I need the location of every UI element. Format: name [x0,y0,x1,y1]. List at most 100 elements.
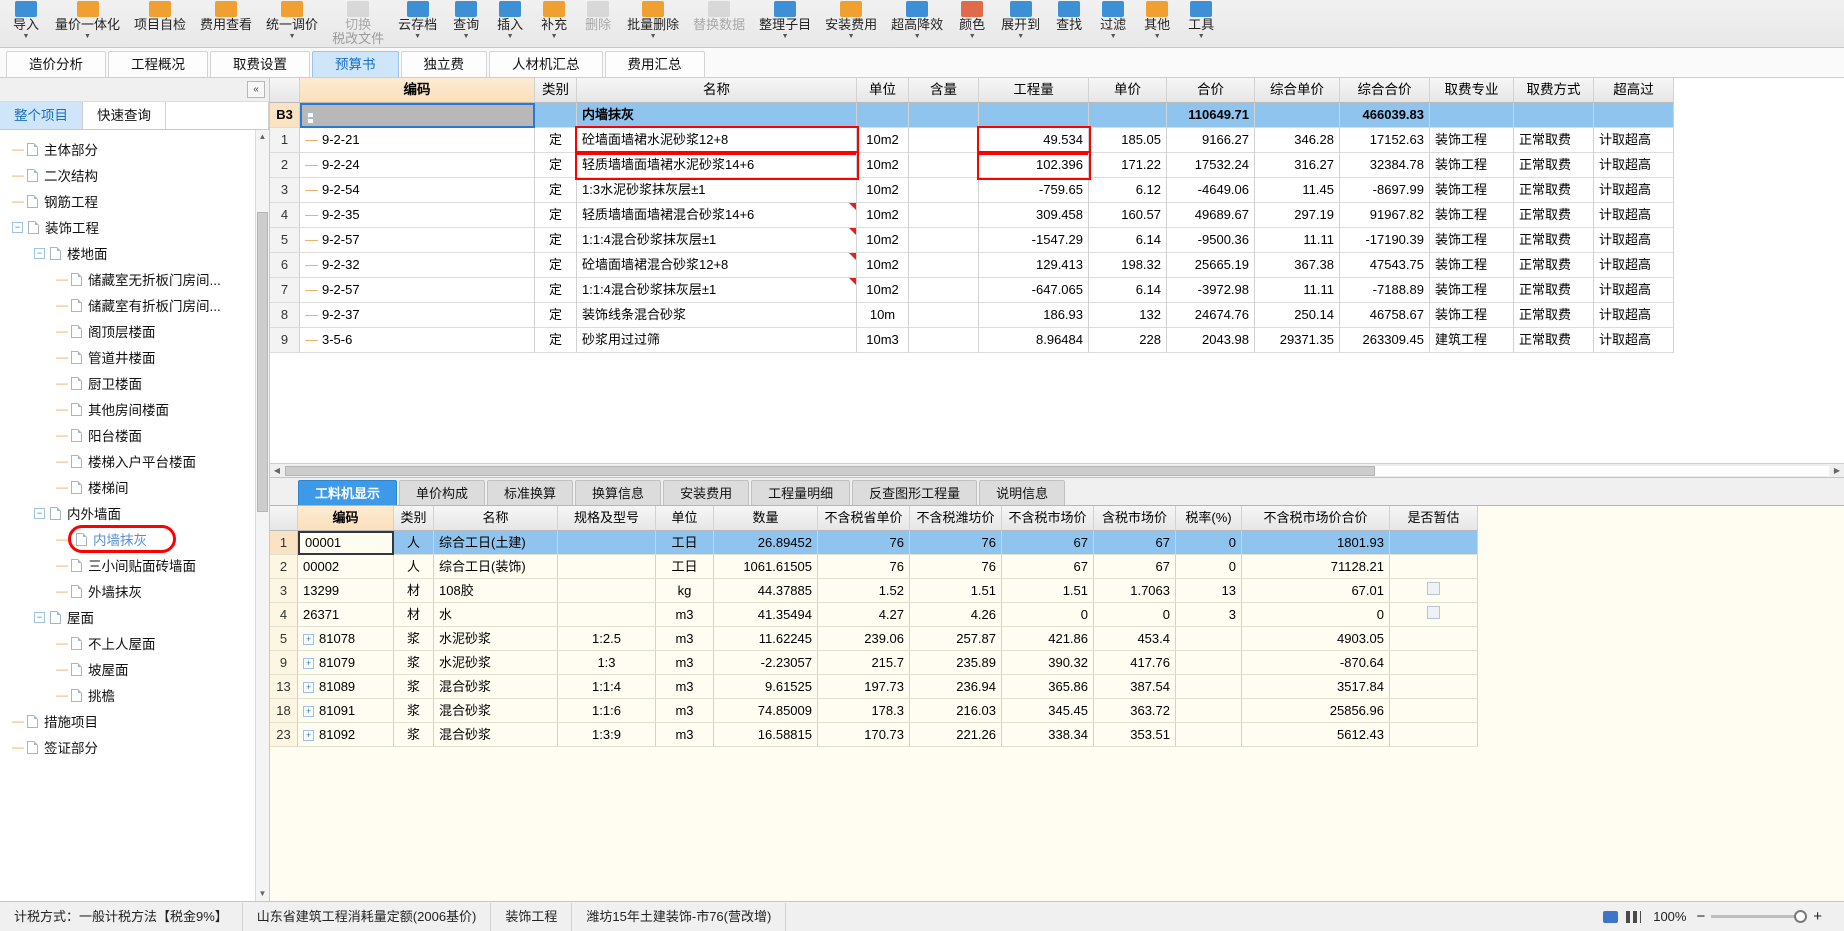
budget-cell-prof[interactable]: 装饰工程 [1430,153,1514,178]
budget-cell-unit[interactable]: 10m2 [857,203,909,228]
budget-cell-qty[interactable]: 309.458 [979,203,1089,228]
ribbon-button-4[interactable]: 统一调价 ▼ [259,0,325,48]
budget-cell-extra[interactable]: 计取超高 [1594,128,1674,153]
budget-cell-content[interactable] [909,328,979,353]
material-cell-spec[interactable]: 1:1:6 [558,699,656,723]
tree-item-23[interactable]: — 签证部分 [0,734,269,760]
budget-col-header-code[interactable]: 编码 [300,78,535,103]
main-tab-6[interactable]: 费用汇总 [604,51,705,77]
material-col-header-p1[interactable]: 不含税省单价 [818,506,910,531]
chevron-down-icon[interactable]: ▼ [1017,33,1024,41]
chevron-down-icon[interactable]: ▼ [289,33,296,41]
hscroll-right-arrow[interactable]: ▶ [1830,466,1844,475]
budget-cell-price[interactable]: 6.12 [1089,178,1167,203]
material-cell-p3[interactable]: 338.34 [1002,723,1094,747]
ribbon-button-5[interactable]: 切换 税改文件 [325,0,391,48]
material-cell-rate[interactable] [1176,723,1242,747]
budget-cell-idx[interactable]: 2 [270,153,300,178]
material-cell-rate[interactable] [1176,675,1242,699]
expand-row-toggle[interactable]: + [303,730,314,742]
material-cell-p1[interactable]: 4.27 [818,603,910,627]
chevron-down-icon[interactable]: ▼ [23,33,30,41]
tree-toggle-icon[interactable]: − [34,611,45,623]
budget-cell-ctotal[interactable]: 47543.75 [1340,253,1430,278]
zoom-slider[interactable] [1711,910,1808,923]
budget-cell-code[interactable]: — 9-2-24 [300,153,535,178]
material-cell-p4[interactable]: 453.4 [1094,627,1176,651]
material-cell-unit[interactable]: 工日 [656,555,714,579]
detail-tab-7[interactable]: 说明信息 [979,480,1066,505]
ribbon-button-9[interactable]: 补充 ▼ [532,0,576,48]
budget-cell-qty[interactable]: -647.065 [979,278,1089,303]
tree-toggle-icon[interactable]: − [34,247,45,259]
zoom-in-button[interactable]: + [1813,903,1822,931]
material-cell-idx[interactable]: 9 [270,651,298,675]
material-cell-qty[interactable]: 11.62245 [714,627,818,651]
budget-col-header-ctotal[interactable]: 综合合价 [1340,78,1430,103]
ribbon-button-21[interactable]: 工具 ▼ [1179,0,1223,48]
budget-col-header-name[interactable]: 名称 [577,78,857,103]
material-cell-p3[interactable]: 421.86 [1002,627,1094,651]
material-cell-p2[interactable]: 76 [910,531,1002,555]
material-col-header-p3[interactable]: 不含税市场价 [1002,506,1094,531]
material-cell-p1[interactable]: 1.52 [818,579,910,603]
ribbon-button-14[interactable]: 安装费用 ▼ [818,0,884,48]
material-col-header-rate[interactable]: 税率(%) [1176,506,1242,531]
collapse-panel-button[interactable]: « [247,81,265,98]
budget-cell-cprice[interactable]: 11.11 [1255,228,1340,253]
hscroll-track[interactable] [285,465,1829,476]
material-cell-p4[interactable]: 353.51 [1094,723,1176,747]
material-row[interactable]: 2 00002 人综合工日(装饰) 工日 1061.61505 76 76 67 67 0 7112… [270,555,1844,579]
ribbon-button-18[interactable]: 查找 [1047,0,1091,48]
material-cell-cat[interactable]: 浆 [394,699,434,723]
ribbon-button-19[interactable]: 过滤 ▼ [1091,0,1135,48]
budget-cell-idx[interactable]: 3 [270,178,300,203]
material-cell-qty[interactable]: -2.23057 [714,651,818,675]
budget-cell-extra[interactable]: 计取超高 [1594,203,1674,228]
material-cell-rate[interactable] [1176,627,1242,651]
material-cell-sum[interactable]: -870.64 [1242,651,1390,675]
tree-item-6[interactable]: — 储藏室有折板门房间... [0,292,269,318]
budget-cell-prof[interactable]: 建筑工程 [1430,328,1514,353]
material-cell-sum[interactable]: 71128.21 [1242,555,1390,579]
split-view-icon[interactable] [1626,910,1642,923]
material-cell-p3[interactable]: 0 [1002,603,1094,627]
expand-row-toggle[interactable]: + [303,682,314,694]
material-cell-p2[interactable]: 236.94 [910,675,1002,699]
chevron-down-icon[interactable]: ▼ [969,33,976,41]
budget-cell-name[interactable]: 砼墙面墙裙混合砂浆12+8 [577,253,857,278]
tree-item-13[interactable]: — 楼梯间 [0,474,269,500]
budget-cell-qty[interactable]: 102.396 [977,151,1091,180]
budget-cell-code[interactable]: — 9-2-35 [300,203,535,228]
budget-cell-code[interactable]: — 9-2-54 [300,178,535,203]
budget-cell-cat[interactable]: 定 [535,203,577,228]
budget-cell-price[interactable]: 198.32 [1089,253,1167,278]
budget-cell-ctotal[interactable]: -8697.99 [1340,178,1430,203]
tree-item-18[interactable]: − 屋面 [0,604,269,630]
material-cell-p3[interactable]: 67 [1002,555,1094,579]
tree-item-0[interactable]: — 主体部分 [0,136,269,162]
budget-cell-ctotal[interactable]: -7188.89 [1340,278,1430,303]
material-cell-p1[interactable]: 76 [818,531,910,555]
tree-item-22[interactable]: — 措施项目 [0,708,269,734]
material-cell-rate[interactable]: 0 [1176,531,1242,555]
material-cell-cat[interactable]: 材 [394,603,434,627]
tree-item-17[interactable]: — 外墙抹灰 [0,578,269,604]
detail-tab-5[interactable]: 工程量明细 [751,480,851,505]
budget-col-header-total[interactable]: 合价 [1167,78,1255,103]
tree-item-15[interactable]: — 内墙抹灰 [0,525,269,553]
material-cell-unit[interactable]: m3 [656,675,714,699]
chevron-down-icon[interactable]: ▼ [650,33,657,41]
budget-cell-cat[interactable]: 定 [535,153,577,178]
material-cell-p2[interactable]: 4.26 [910,603,1002,627]
budget-cell-total[interactable]: 24674.76 [1167,303,1255,328]
main-tab-0[interactable]: 造价分析 [6,51,106,77]
budget-cell-ctotal[interactable]: -17190.39 [1340,228,1430,253]
budget-cell-cprice[interactable]: 316.27 [1255,153,1340,178]
budget-cell-total[interactable]: 49689.67 [1167,203,1255,228]
budget-cell-unit[interactable]: 10m3 [857,328,909,353]
material-cell-est[interactable] [1390,699,1478,723]
budget-cell-total[interactable]: -3972.98 [1167,278,1255,303]
budget-cell-prof[interactable]: 装饰工程 [1430,253,1514,278]
budget-cell-cprice[interactable]: 346.28 [1255,128,1340,153]
